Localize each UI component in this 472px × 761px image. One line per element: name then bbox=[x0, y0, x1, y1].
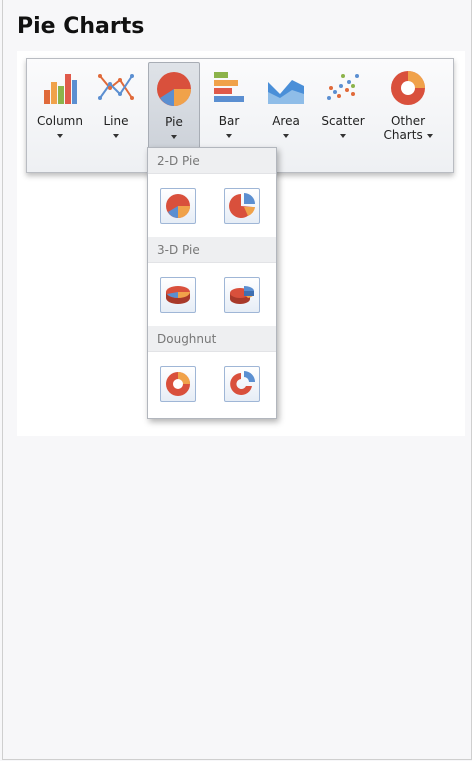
scatter-chart-icon bbox=[327, 74, 359, 100]
other-charts-label: Other Charts bbox=[377, 114, 439, 142]
other-charts-button[interactable]: Other Charts bbox=[377, 62, 439, 166]
other-charts-label-text: Charts bbox=[383, 128, 423, 142]
bar-label: Bar bbox=[218, 114, 240, 128]
line-chart-icon bbox=[98, 74, 134, 100]
column-chart-icon bbox=[44, 74, 77, 104]
bar-chart-icon bbox=[214, 72, 244, 102]
chevron-down-icon bbox=[340, 134, 346, 138]
area-label: Area bbox=[272, 114, 300, 128]
pie-dropdown-menu: 2-D Pie 3-D Pie Doughnut bbox=[147, 147, 277, 419]
chevron-down-icon bbox=[57, 134, 63, 138]
line-label: Line bbox=[103, 114, 129, 128]
exploded-pie-option[interactable] bbox=[224, 188, 260, 224]
pie-3d-icon bbox=[166, 286, 190, 304]
pie-icon bbox=[166, 194, 190, 218]
exploded-pie-icon bbox=[229, 193, 255, 218]
doughnut-icon bbox=[166, 372, 190, 396]
chevron-down-icon bbox=[171, 135, 177, 139]
chevron-down-icon bbox=[283, 134, 289, 138]
doughnut-chart-icon bbox=[391, 71, 425, 105]
exploded-doughnut-option[interactable] bbox=[224, 366, 260, 402]
pie-label: Pie bbox=[165, 115, 183, 129]
chevron-down-icon bbox=[113, 134, 119, 138]
column-button[interactable]: Column bbox=[33, 62, 87, 166]
scatter-button[interactable]: Scatter bbox=[315, 62, 371, 166]
section-header-3d-pie: 3-D Pie bbox=[148, 237, 276, 263]
section-header-doughnut: Doughnut bbox=[148, 326, 276, 352]
section-header-2d-pie: 2-D Pie bbox=[148, 148, 276, 174]
doughnut-option[interactable] bbox=[160, 366, 196, 402]
pie-chart-icon bbox=[157, 72, 191, 106]
page-title: Pie Charts bbox=[17, 14, 145, 39]
exploded-doughnut-icon bbox=[230, 371, 255, 395]
chevron-down-icon bbox=[226, 134, 232, 138]
chevron-down-icon bbox=[426, 133, 433, 138]
pie-option[interactable] bbox=[160, 188, 196, 224]
area-chart-icon bbox=[268, 80, 304, 104]
pie-3d-option[interactable] bbox=[160, 277, 196, 313]
column-label: Column bbox=[37, 114, 83, 128]
other-charts-label-line2: Charts bbox=[377, 128, 439, 142]
other-charts-label-line1: Other bbox=[390, 114, 426, 128]
line-button[interactable]: Line bbox=[89, 62, 143, 166]
exploded-pie-3d-icon bbox=[230, 286, 254, 304]
exploded-pie-3d-option[interactable] bbox=[224, 277, 260, 313]
scatter-label: Scatter bbox=[321, 114, 365, 128]
